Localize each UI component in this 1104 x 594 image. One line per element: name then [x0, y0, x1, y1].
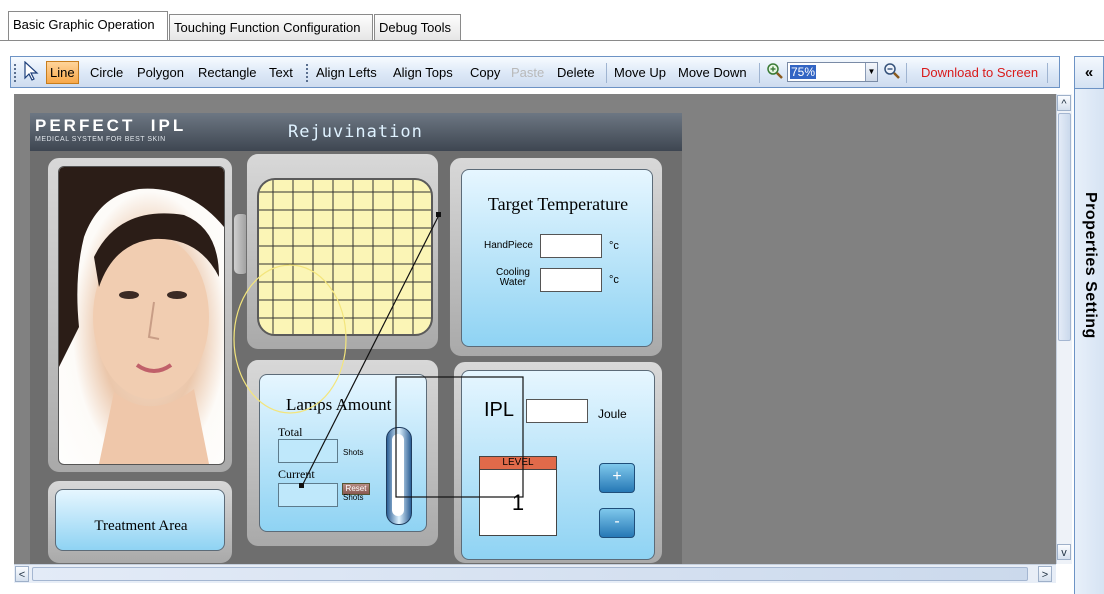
line-shape[interactable] — [301, 214, 440, 487]
drawn-shapes-overlay — [233, 212, 524, 498]
pointer-tool-icon[interactable] — [23, 60, 39, 82]
zoom-in-icon[interactable] — [766, 61, 784, 82]
tab-strip: Basic Graphic Operation Touching Functio… — [0, 0, 1104, 41]
horizontal-scroll-thumb[interactable] — [32, 567, 1028, 581]
scroll-right-button[interactable]: > — [1038, 566, 1052, 582]
screen-design[interactable]: PERFECT IPL MEDICAL SYSTEM FOR BEST SKIN… — [30, 113, 682, 564]
chevron-down-icon[interactable]: ▼ — [865, 63, 877, 81]
tab-touching-function-configuration[interactable]: Touching Function Configuration — [169, 14, 373, 40]
properties-setting-title[interactable]: Properties Setting — [1077, 192, 1101, 432]
move-down-button[interactable]: Move Down — [678, 62, 747, 83]
collapse-panel-button[interactable]: « — [1074, 56, 1104, 89]
toolbar-grip-2[interactable] — [306, 64, 310, 82]
scroll-up-button[interactable]: ^ — [1057, 95, 1071, 111]
vertical-scrollbar[interactable]: ^ v — [1056, 94, 1072, 564]
align-tops-button[interactable]: Align Tops — [393, 62, 453, 83]
toolbar: Line Circle Polygon Rectangle Text Align… — [10, 56, 1060, 88]
rectangle-tool-button[interactable]: Rectangle — [198, 62, 257, 83]
tab-debug-tools[interactable]: Debug Tools — [374, 14, 461, 40]
zoom-out-icon[interactable] — [883, 61, 901, 82]
scroll-down-button[interactable]: v — [1057, 544, 1071, 560]
delete-button[interactable]: Delete — [557, 62, 595, 83]
toolbar-separator — [759, 63, 760, 83]
move-up-button[interactable]: Move Up — [614, 62, 666, 83]
vertical-scroll-thumb[interactable] — [1058, 113, 1071, 341]
toolbar-separator — [606, 63, 607, 83]
download-to-screen-button[interactable]: Download to Screen — [921, 62, 1038, 83]
toolbar-grip[interactable] — [14, 64, 18, 82]
circle-shape[interactable] — [233, 264, 347, 414]
rectangle-shape[interactable] — [395, 376, 524, 498]
tab-basic-graphic-operation[interactable]: Basic Graphic Operation — [8, 11, 168, 41]
toolbar-separator — [1047, 63, 1048, 83]
scroll-left-button[interactable]: < — [15, 566, 29, 582]
zoom-value: 75% — [790, 65, 817, 79]
line-tool-button[interactable]: Line — [46, 61, 79, 84]
circle-tool-button[interactable]: Circle — [90, 62, 123, 83]
zoom-select[interactable]: 75% ▼ — [787, 62, 878, 82]
toolbar-separator — [906, 63, 907, 83]
polygon-tool-button[interactable]: Polygon — [137, 62, 184, 83]
line-handle[interactable] — [436, 212, 441, 217]
paste-button[interactable]: Paste — [511, 62, 544, 83]
tab-divider — [0, 40, 1104, 41]
horizontal-scrollbar[interactable]: < > — [14, 564, 1056, 583]
line-handle[interactable] — [299, 483, 304, 488]
text-tool-button[interactable]: Text — [269, 62, 293, 83]
copy-button[interactable]: Copy — [470, 62, 500, 83]
align-lefts-button[interactable]: Align Lefts — [316, 62, 377, 83]
